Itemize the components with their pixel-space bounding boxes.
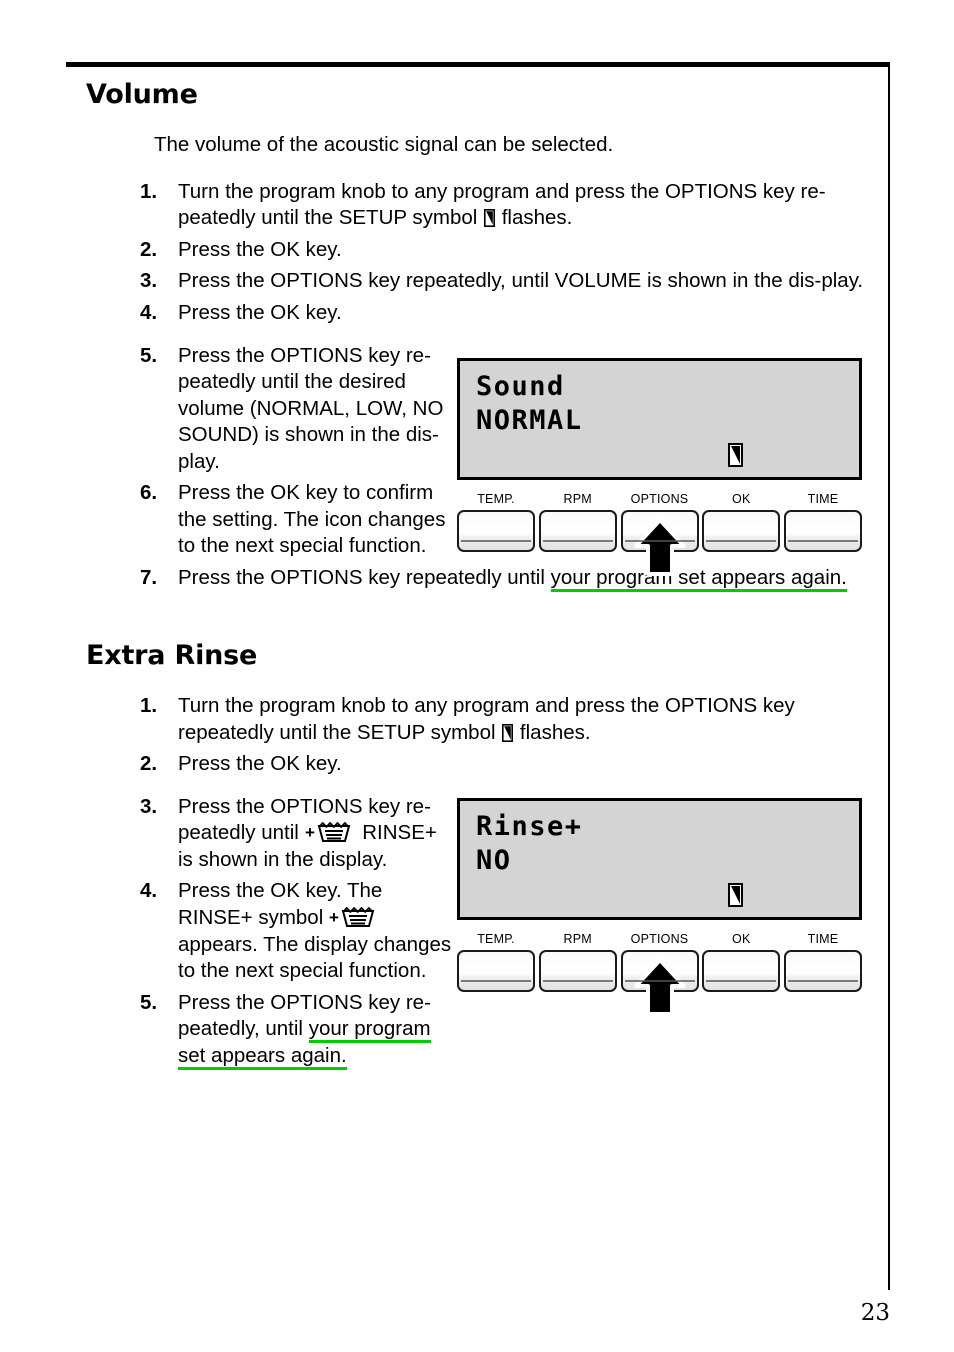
key-label-ok: OK (732, 492, 751, 506)
step-text: Press the OPTIONS key repeatedly until (178, 565, 551, 589)
list-item: 1. Turn the program knob to any program a… (140, 693, 876, 746)
svg-text:+: + (329, 908, 339, 927)
control-button-row-volume: TEMP. RPM OPTIONS OK TIME (457, 492, 862, 576)
page-header-rule (66, 62, 890, 67)
list-item: 7. Press the OPTIONS key repeatedly until… (140, 565, 876, 592)
key-label-rpm: RPM (563, 932, 592, 946)
step-text: Press the OK key to confirm the setting.… (178, 481, 446, 558)
step-number: 6. (140, 481, 158, 505)
list-item: 3. Press the OPTIONS key re-peatedly unti… (140, 794, 456, 874)
key-label-time: TIME (807, 492, 839, 506)
step-text: Press the OK key. (178, 301, 342, 325)
step-number: 7. (140, 565, 158, 589)
list-item: 5. Press the OPTIONS key re-peatedly unti… (140, 343, 456, 476)
step-text: Turn the program knob to any program and… (178, 694, 795, 744)
list-item: 4. Press the OK key. The RINSE+ symbol + … (140, 878, 456, 984)
step-number: 2. (140, 752, 158, 776)
step-number: 3. (140, 794, 158, 818)
list-item: 5. Press the OPTIONS key re-peatedly, unt… (140, 990, 456, 1070)
setup-symbol-icon (728, 883, 743, 912)
step-text: Press the OPTIONS key re-peatedly until … (178, 343, 444, 473)
control-button-row-extra-rinse: TEMP. RPM OPTIONS OK TIME (457, 932, 862, 1016)
step-number: 5. (140, 990, 158, 1014)
key-options-button[interactable] (620, 510, 699, 576)
step-text-cont: flashes. (514, 720, 591, 744)
rinse-plus-symbol-icon: + (329, 906, 379, 928)
key-label-time: TIME (807, 932, 839, 946)
key-label-temp: TEMP. (477, 932, 515, 946)
button-group (457, 510, 862, 576)
lcd-line-2: NO (476, 845, 512, 876)
rinse-plus-symbol-icon: + (305, 821, 355, 843)
svg-text:+: + (305, 823, 315, 842)
step-text: Press the OPTIONS key repeatedly, until … (178, 269, 864, 293)
figure-extra-rinse-panel: Rinse+ NO TEMP. RPM OPTIONS OK TIME (457, 798, 862, 1016)
list-item: 2. Press the OK key. (140, 237, 876, 264)
section-title-extra-rinse: Extra Rinse (86, 640, 258, 672)
step-number: 4. (140, 301, 158, 325)
lcd-line-1: Sound (476, 371, 565, 402)
setup-symbol-icon (502, 723, 514, 742)
page-side-rule (888, 62, 890, 1290)
key-rpm-button[interactable] (538, 510, 617, 552)
key-ok-button[interactable] (702, 950, 781, 992)
key-ok-button[interactable] (702, 510, 781, 552)
setup-symbol-icon (728, 443, 743, 472)
key-temp-button[interactable] (457, 950, 535, 992)
page-content: Volume The volume of the acoustic signal… (86, 79, 876, 1070)
page-number: 23 (860, 1300, 890, 1326)
list-item: 3. Press the OPTIONS key repeatedly, unti… (140, 268, 876, 295)
key-label-temp: TEMP. (477, 492, 515, 506)
list-item: 6. Press the OK key to confirm the settin… (140, 480, 456, 560)
volume-intro-text: The volume of the acoustic signal can be… (154, 132, 614, 156)
button-labels: TEMP. RPM OPTIONS OK TIME (457, 492, 862, 506)
key-label-options: OPTIONS (630, 932, 689, 946)
lcd-display-volume: Sound NORMAL (457, 358, 862, 480)
list-item: 4. Press the OK key. (140, 300, 876, 327)
lcd-display-extra-rinse: Rinse+ NO (457, 798, 862, 920)
button-labels: TEMP. RPM OPTIONS OK TIME (457, 932, 862, 946)
key-label-rpm: RPM (563, 492, 592, 506)
key-temp-button[interactable] (457, 510, 535, 552)
step-text: Press the OK key. (178, 752, 342, 776)
lcd-line-1: Rinse+ (476, 811, 583, 842)
step-number: 4. (140, 879, 158, 903)
section-title-volume: Volume (86, 79, 198, 110)
step-number: 1. (140, 179, 158, 203)
step-text-cont: flashes. (496, 206, 573, 230)
step-number: 2. (140, 237, 158, 261)
key-options-button[interactable] (620, 950, 699, 1016)
list-item: 1. Turn the program knob to any program a… (140, 179, 876, 232)
key-time-button[interactable] (784, 950, 862, 992)
key-time-button[interactable] (784, 510, 862, 552)
step-text-cont: appears. The display changes to the next… (178, 932, 452, 983)
step-text: Press the OK key. (178, 237, 342, 261)
figure-volume-panel: Sound NORMAL TEMP. RPM OPTIONS OK TIME (457, 358, 862, 576)
list-item: 2. Press the OK key. (140, 751, 876, 778)
key-label-options: OPTIONS (630, 492, 689, 506)
lcd-line-2: NORMAL (476, 405, 583, 436)
step-number: 5. (140, 343, 158, 367)
key-rpm-button[interactable] (538, 950, 617, 992)
key-label-ok: OK (732, 932, 751, 946)
button-group (457, 950, 862, 1016)
step-number: 3. (140, 269, 158, 293)
step-number: 1. (140, 694, 158, 718)
cross-reference-link[interactable]: your program set appears again. (550, 565, 847, 592)
setup-symbol-icon (484, 209, 495, 228)
